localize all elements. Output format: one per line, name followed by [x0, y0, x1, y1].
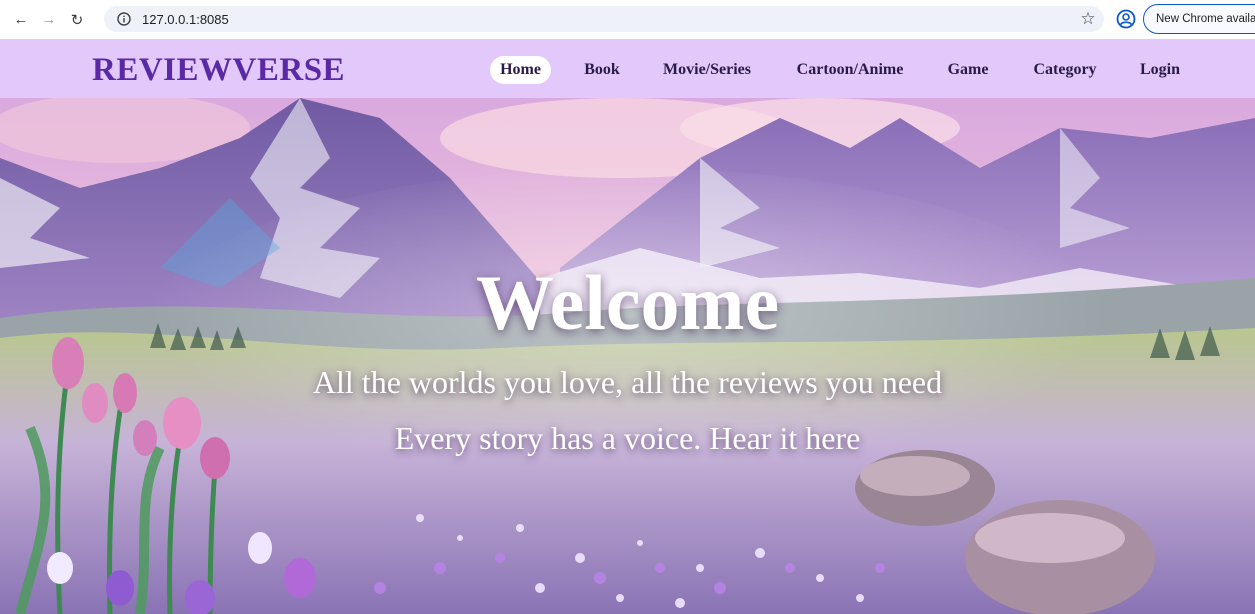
nav-cartoon-anime[interactable]: Cartoon/Anime: [791, 56, 909, 84]
bookmark-star-icon[interactable]: ☆: [1077, 8, 1099, 30]
update-chrome-button[interactable]: New Chrome available: [1143, 4, 1255, 34]
nav-category[interactable]: Category: [1026, 56, 1104, 84]
reload-icon[interactable]: ↻: [66, 9, 88, 31]
site-info-icon[interactable]: [114, 9, 134, 29]
hero-subtagline: Every story has a voice. Hear it here: [394, 420, 861, 456]
nav-home[interactable]: Home: [490, 56, 551, 84]
hero-title: Welcome: [475, 259, 780, 346]
nav-movie-series[interactable]: Movie/Series: [657, 56, 757, 84]
nav-book[interactable]: Book: [580, 56, 624, 84]
site-header: REVIEWVERSE Home Book Movie/Series Carto…: [0, 39, 1255, 98]
back-arrow-icon[interactable]: ←: [10, 9, 32, 31]
url-text: 127.0.0.1:8085: [142, 11, 229, 27]
hero-tagline: All the worlds you love, all the reviews…: [312, 364, 943, 400]
profile-icon[interactable]: [1116, 9, 1136, 29]
hero-section: Welcome All the worlds you love, all the…: [0, 98, 1255, 614]
hero-background-image: [0, 98, 1255, 614]
forward-arrow-icon[interactable]: →: [38, 9, 60, 31]
nav-game[interactable]: Game: [942, 56, 994, 84]
browser-toolbar: ← → ↻ 127.0.0.1:8085 ☆ New Chrome availa…: [0, 0, 1255, 39]
nav-login[interactable]: Login: [1135, 56, 1185, 84]
brand-logo[interactable]: REVIEWVERSE: [92, 52, 345, 89]
address-bar[interactable]: 127.0.0.1:8085: [104, 6, 1104, 32]
